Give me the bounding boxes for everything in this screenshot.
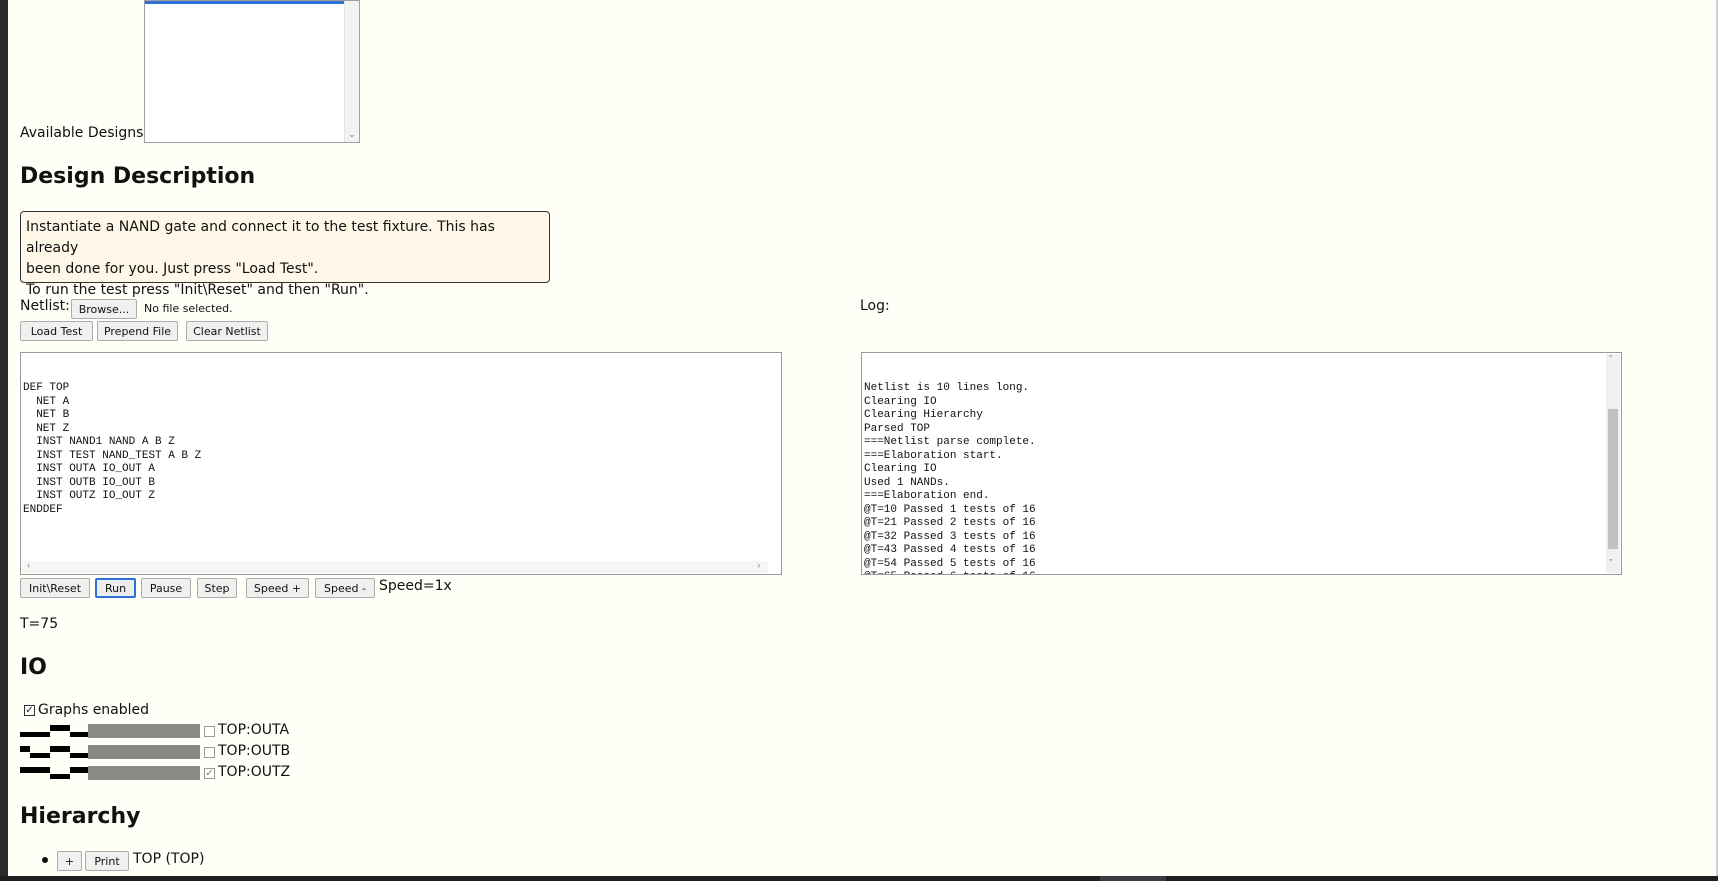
- log-textarea[interactable]: Netlist is 10 lines long. Clearing IO Clea…: [861, 352, 1622, 575]
- io-signal-row: TOP:OUTB: [20, 743, 290, 761]
- text-line: INST TEST NAND_TEST A B Z: [23, 449, 202, 462]
- text-line: @T=65 Passed 6 tests of 16: [864, 571, 1619, 574]
- signal-name: TOP:OUTA: [218, 722, 290, 738]
- text-line: Clearing IO: [864, 395, 937, 408]
- speed-indicator: Speed=1x: [379, 578, 452, 594]
- netlist-textarea[interactable]: DEF TOP NET A NET B NET Z INST NAND1 NAN…: [20, 352, 782, 575]
- text-line: @T=21 Passed 2 tests of 16: [864, 517, 1036, 529]
- text-line: Clearing IO: [864, 463, 937, 475]
- available-designs-list[interactable]: ⌄: [144, 0, 360, 143]
- text-line: @T=54 Passed 5 tests of 16: [864, 557, 1036, 570]
- taskbar-strip: [0, 876, 1718, 881]
- text-line: NET B: [23, 409, 70, 421]
- prepend-file-button[interactable]: Prepend File: [97, 321, 178, 341]
- signal-checkbox[interactable]: [204, 747, 215, 758]
- graph-bar: [88, 766, 200, 780]
- expand-button[interactable]: +: [57, 851, 82, 871]
- netlist-horizontal-scrollbar[interactable]: ‹ ›: [22, 561, 768, 573]
- description-line: Instantiate a NAND gate and connect it t…: [26, 219, 495, 256]
- description-line: been done for you. Just press "Load Test…: [26, 261, 319, 277]
- chevron-down-icon[interactable]: ˇ: [1608, 558, 1613, 572]
- io-signal-row: TOP:OUTA: [20, 722, 290, 740]
- text-line: Clearing Hierarchy: [864, 409, 983, 421]
- signal-checkbox[interactable]: [204, 726, 215, 737]
- selected-design-item[interactable]: [145, 1, 345, 4]
- text-line: INST OUTZ IO_OUT Z: [23, 490, 156, 502]
- chevron-up-icon[interactable]: ˆ: [1608, 354, 1613, 368]
- speed-down-button[interactable]: Speed -: [315, 578, 375, 598]
- text-line: DEF TOP: [23, 382, 70, 394]
- text-line: @T=10 Passed 1 tests of 16: [864, 503, 1036, 516]
- available-designs-label: Available Designs:: [20, 125, 149, 141]
- print-button[interactable]: Print: [85, 851, 129, 871]
- text-line: INST OUTA IO_OUT A: [23, 463, 156, 475]
- graphs-enabled-checkbox[interactable]: ✓: [24, 705, 35, 716]
- chevron-right-icon[interactable]: ›: [756, 560, 761, 574]
- text-line: ENDDEF: [23, 503, 63, 516]
- browse-button[interactable]: Browse...: [71, 299, 137, 319]
- bullet-icon: [42, 857, 48, 863]
- log-vertical-scrollbar[interactable]: ˆ ˇ: [1606, 354, 1620, 573]
- signal-checkbox[interactable]: ✓: [204, 768, 215, 779]
- window-frame-left: [0, 0, 8, 881]
- text-line: NET A: [23, 395, 70, 408]
- waveform-graph: [20, 725, 88, 737]
- text-line: ===Elaboration start.: [864, 449, 1003, 462]
- log-scroll-thumb[interactable]: [1608, 409, 1618, 549]
- text-line: Netlist is 10 lines long.: [864, 382, 1030, 394]
- chevron-left-icon[interactable]: ‹: [26, 560, 31, 574]
- text-line: ===Elaboration end.: [864, 490, 990, 502]
- text-line: Used 1 NANDs.: [864, 476, 950, 489]
- signal-name: TOP:OUTZ: [218, 764, 291, 780]
- netlist-label: Netlist:: [20, 298, 70, 314]
- time-indicator: T=75: [20, 616, 59, 632]
- graph-bar: [88, 724, 200, 738]
- load-test-button[interactable]: Load Test: [20, 321, 93, 341]
- pause-button[interactable]: Pause: [141, 578, 191, 598]
- text-line: Parsed TOP: [864, 422, 931, 435]
- io-signal-row: ✓ TOP:OUTZ: [20, 764, 290, 782]
- speed-up-button[interactable]: Speed +: [246, 578, 309, 598]
- text-line: INST NAND1 NAND A B Z: [23, 436, 175, 448]
- design-description-heading: Design Description: [20, 164, 256, 189]
- design-description-box: Instantiate a NAND gate and connect it t…: [20, 211, 550, 298]
- init-reset-button[interactable]: Init\Reset: [20, 578, 90, 598]
- text-line: @T=43 Passed 4 tests of 16: [864, 544, 1036, 556]
- chevron-down-icon[interactable]: ⌄: [345, 130, 359, 140]
- hierarchy-heading: Hierarchy: [20, 804, 141, 829]
- text-line: NET Z: [23, 422, 70, 435]
- description-line: To run the test press "Init\Reset" and t…: [26, 282, 369, 298]
- waveform-graph: [20, 746, 88, 758]
- graphs-enabled-label: Graphs enabled: [38, 702, 150, 718]
- step-button[interactable]: Step: [197, 578, 237, 598]
- text-line: ===Netlist parse complete.: [864, 436, 1036, 448]
- signal-name: TOP:OUTB: [218, 743, 291, 759]
- taskbar-highlight: [1100, 876, 1166, 881]
- graph-bar: [88, 745, 200, 759]
- hierarchy-item-label: TOP (TOP): [133, 851, 205, 867]
- file-status-text: No file selected.: [144, 302, 233, 315]
- designs-list-scrollbar[interactable]: ⌄: [344, 1, 359, 142]
- log-label: Log:: [860, 298, 890, 314]
- clear-netlist-button[interactable]: Clear Netlist: [186, 321, 268, 341]
- io-heading: IO: [20, 655, 47, 680]
- text-line: INST OUTB IO_OUT B: [23, 476, 156, 489]
- run-button[interactable]: Run: [95, 578, 136, 598]
- waveform-graph: [20, 767, 88, 779]
- text-line: @T=32 Passed 3 tests of 16: [864, 530, 1036, 543]
